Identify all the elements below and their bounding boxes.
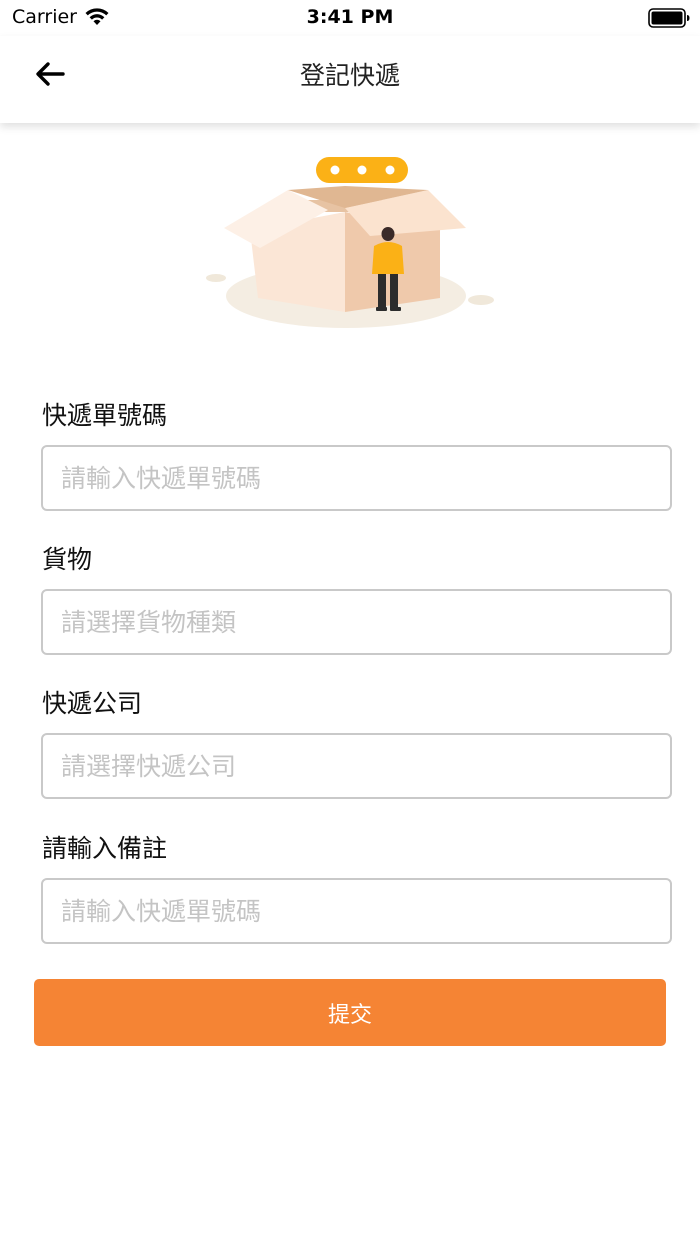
open-box-with-person-illustration: [206, 157, 494, 328]
courier-label: 快遞公司: [42, 689, 143, 718]
battery-icon: [648, 8, 690, 28]
nav-bar: 登記快遞: [0, 36, 700, 123]
back-button[interactable]: [26, 52, 74, 96]
courier-company-select[interactable]: [41, 733, 672, 799]
status-time: 3:41 PM: [306, 6, 394, 28]
screen: Carrier 3:41 PM 登記快遞 快遞單號碼 請輸入快遞單號碼 貨物 請…: [0, 0, 700, 1244]
goods-label: 貨物: [42, 545, 93, 574]
status-bar: Carrier 3:41 PM: [0, 0, 700, 36]
tracking-number-label: 快遞單號碼: [42, 401, 168, 430]
remark-label: 請輸入備註: [42, 834, 168, 863]
submit-button[interactable]: 提交: [34, 979, 666, 1046]
goods-type-select[interactable]: [41, 589, 672, 655]
arrow-left-icon: [36, 62, 65, 86]
page-title: 登記快遞: [299, 61, 400, 90]
tracking-number-input[interactable]: [41, 445, 672, 511]
remark-input[interactable]: [41, 878, 672, 944]
